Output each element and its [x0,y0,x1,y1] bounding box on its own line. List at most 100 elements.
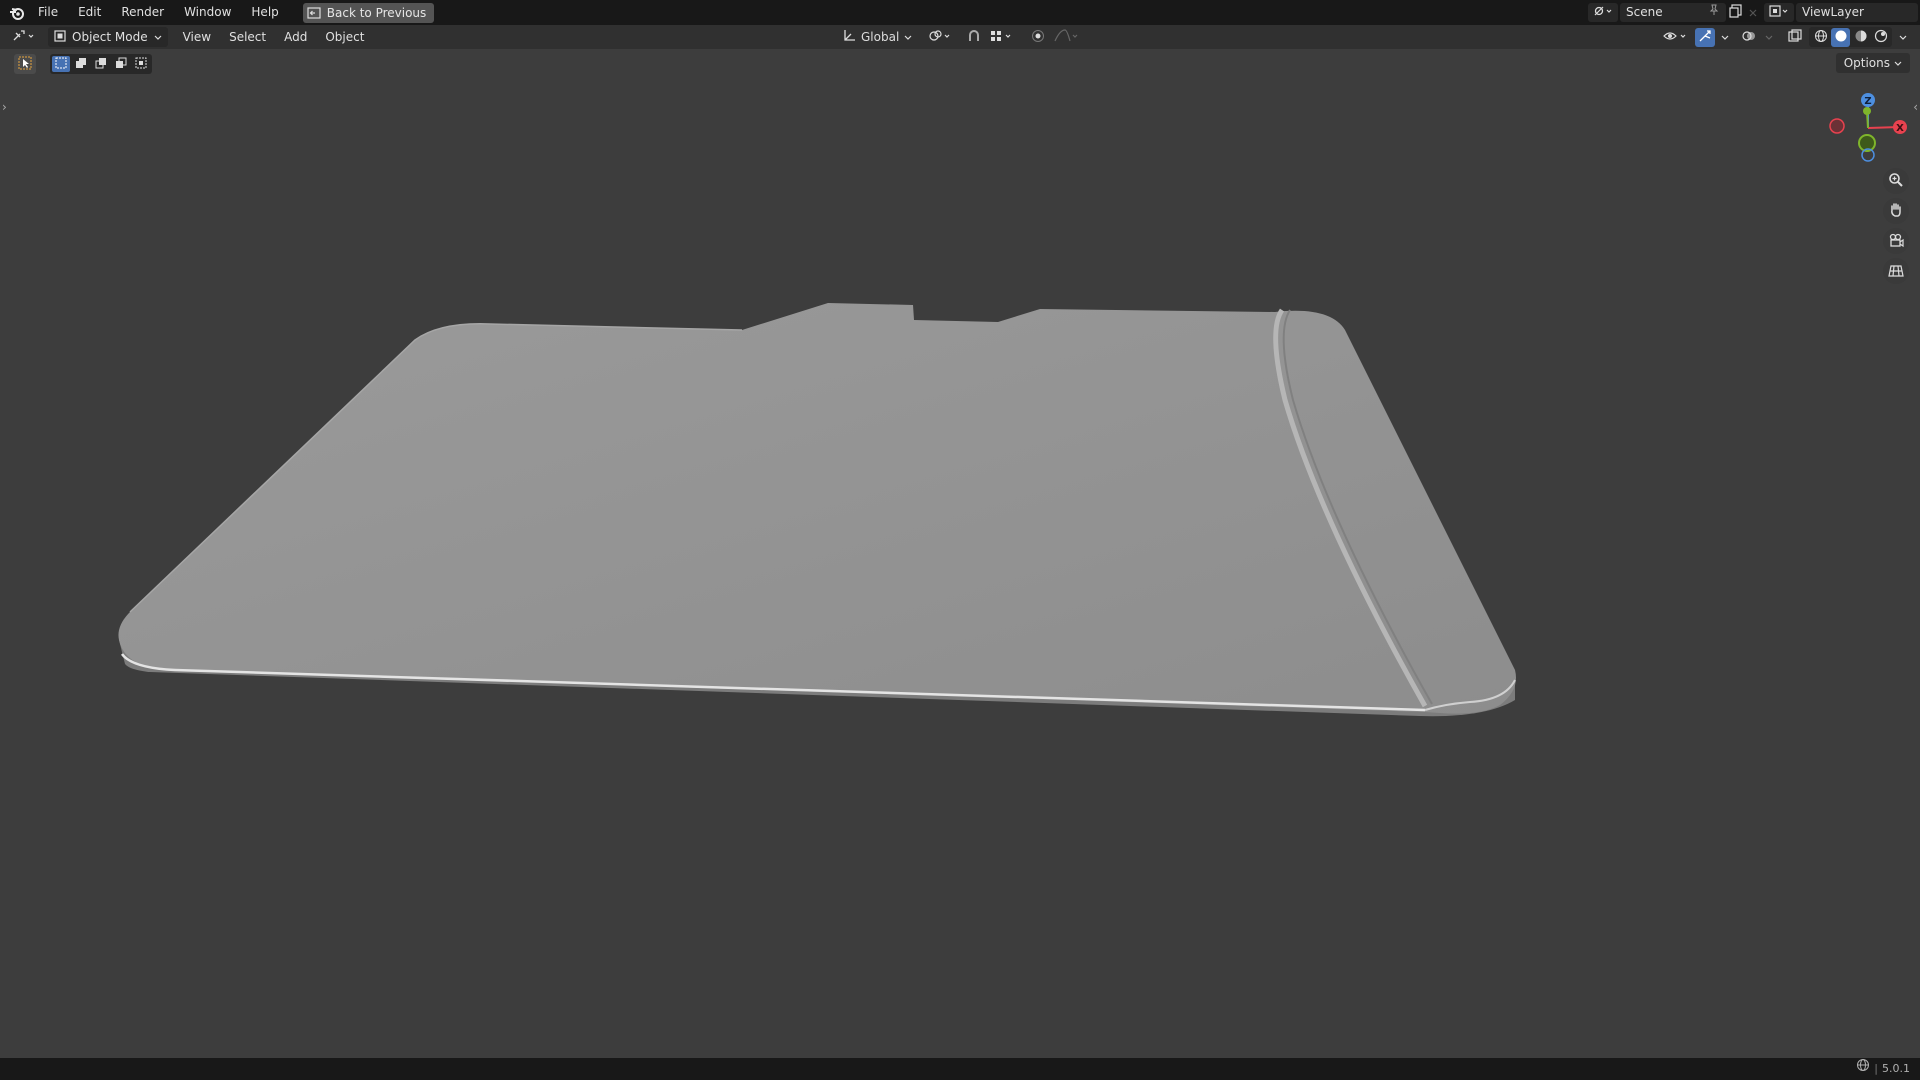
proportional-icon [1031,29,1045,46]
viewport-header: Object Mode View Select Add Object Globa… [0,25,1920,49]
header-menu-view[interactable]: View [174,25,220,49]
back-to-previous-button[interactable]: Back to Previous [302,2,435,23]
gizmo-z-label: Z [1864,96,1871,107]
select-new-button[interactable] [52,56,70,72]
menu-file[interactable]: File [28,0,68,25]
tablet-mesh-object[interactable] [118,303,1517,717]
ortho-toggle-button[interactable] [1883,258,1909,284]
header-menu-add[interactable]: Add [275,25,316,49]
scene-name-field[interactable]: Scene [1620,3,1726,22]
chevron-down-icon [1899,30,1907,44]
menu-window[interactable]: Window [174,0,241,25]
back-to-previous-label: Back to Previous [326,5,427,20]
tool-settings-row [14,54,152,74]
3d-viewport[interactable] [0,49,1920,1059]
snap-icon [967,29,981,46]
select-tool-button[interactable] [14,54,36,74]
wireframe-shading-button[interactable] [1811,28,1830,47]
editor-type-icon [12,29,38,46]
menu-help[interactable]: Help [241,0,288,25]
gizmo-icon [1698,29,1712,46]
proportional-editing-toggle[interactable] [1028,28,1048,47]
scene-name-label: Scene [1626,5,1663,19]
scene-browse-button[interactable] [1588,3,1618,22]
viewlayer-icon [1769,5,1789,20]
viewlayer-browse-button[interactable] [1764,3,1794,22]
select-extend-button[interactable] [72,56,90,72]
xray-icon [1788,28,1802,46]
wireframe-shading-icon [1814,29,1828,46]
grid-ortho-icon [1888,262,1904,281]
navigation-gizmo[interactable]: Z X [1820,88,1916,168]
chevron-down-icon [154,30,162,44]
shading-dropdown[interactable] [1896,28,1910,47]
overlay-toggle[interactable] [1739,28,1759,47]
cursor-select-icon [18,56,32,73]
visibility-icon [1663,29,1689,46]
version-separator: | [1874,1062,1878,1075]
snap-toggle[interactable] [964,28,984,47]
chevron-down-icon [1721,30,1729,44]
gizmo-y-handle[interactable] [1863,107,1871,115]
menu-render[interactable]: Render [111,0,174,25]
pivot-point-dropdown[interactable] [926,28,956,47]
orientation-label: Global [861,30,900,44]
select-intersect-button[interactable] [132,56,150,72]
object-mode-dropdown[interactable]: Object Mode [48,27,168,47]
object-mode-label: Object Mode [72,30,148,44]
xray-toggle[interactable] [1785,28,1805,47]
menu-edit[interactable]: Edit [68,0,111,25]
zoom-view-button[interactable] [1883,168,1909,194]
overlay-dropdown[interactable] [1763,28,1775,47]
material-shading-icon [1854,29,1868,46]
pan-view-button[interactable] [1883,198,1909,224]
delete-scene-button[interactable] [1746,3,1760,22]
overlay-icon [1742,29,1756,46]
new-scene-button[interactable] [1726,3,1746,22]
mode-icon [54,29,66,45]
gizmo-toggle[interactable] [1695,27,1715,47]
viewlayer-name-field[interactable]: ViewLayer [1796,3,1918,22]
snap-grid-icon [990,29,1014,46]
options-label: Options [1843,56,1890,70]
viewport-display-tools [1661,27,1910,47]
editor-type-button[interactable] [8,28,42,47]
globe-icon [1856,1058,1870,1080]
select-subtract-button[interactable] [92,56,110,72]
gizmo-neg-x-handle[interactable] [1829,118,1845,134]
pivot-icon [928,29,954,46]
version-label: 5.0.1 [1882,1062,1910,1075]
gizmo-dropdown[interactable] [1719,28,1731,47]
header-menu-select[interactable]: Select [220,25,275,49]
pin-icon[interactable] [1708,3,1720,22]
falloff-curve-icon [1054,28,1080,46]
blender-logo-icon[interactable] [6,2,28,24]
select-invert-icon [115,57,127,72]
camera-view-button[interactable] [1883,228,1909,254]
transform-orientation-icon [842,29,856,46]
status-bar: | 5.0.1 [0,1058,1920,1080]
header-menu-object[interactable]: Object [316,25,373,49]
gizmo-x-label: X [1896,123,1904,134]
options-dropdown[interactable]: Options [1835,53,1910,73]
chevron-down-icon [1894,53,1902,73]
selectability-visibility-dropdown[interactable] [1661,28,1691,47]
rendered-shading-button[interactable] [1871,28,1890,47]
select-new-icon [55,57,67,72]
viewlayer-name-label: ViewLayer [1802,5,1864,19]
toolbar-expand-arrow[interactable]: › [2,100,7,114]
snap-target-dropdown[interactable] [988,28,1016,47]
scene-icon [1593,5,1613,20]
select-subtract-icon [95,57,107,72]
select-invert-button[interactable] [112,56,130,72]
selection-mode-group [50,54,152,74]
camera-icon [1888,232,1904,251]
transform-orientation-dropdown[interactable]: Global [838,29,916,46]
material-shading-button[interactable] [1851,28,1870,47]
back-icon [307,6,321,19]
chevron-down-icon [904,30,912,44]
solid-shading-button[interactable] [1831,27,1850,47]
chevron-down-icon [1765,30,1773,44]
proportional-falloff-dropdown[interactable] [1052,28,1082,47]
duplicate-icon [1729,4,1743,21]
